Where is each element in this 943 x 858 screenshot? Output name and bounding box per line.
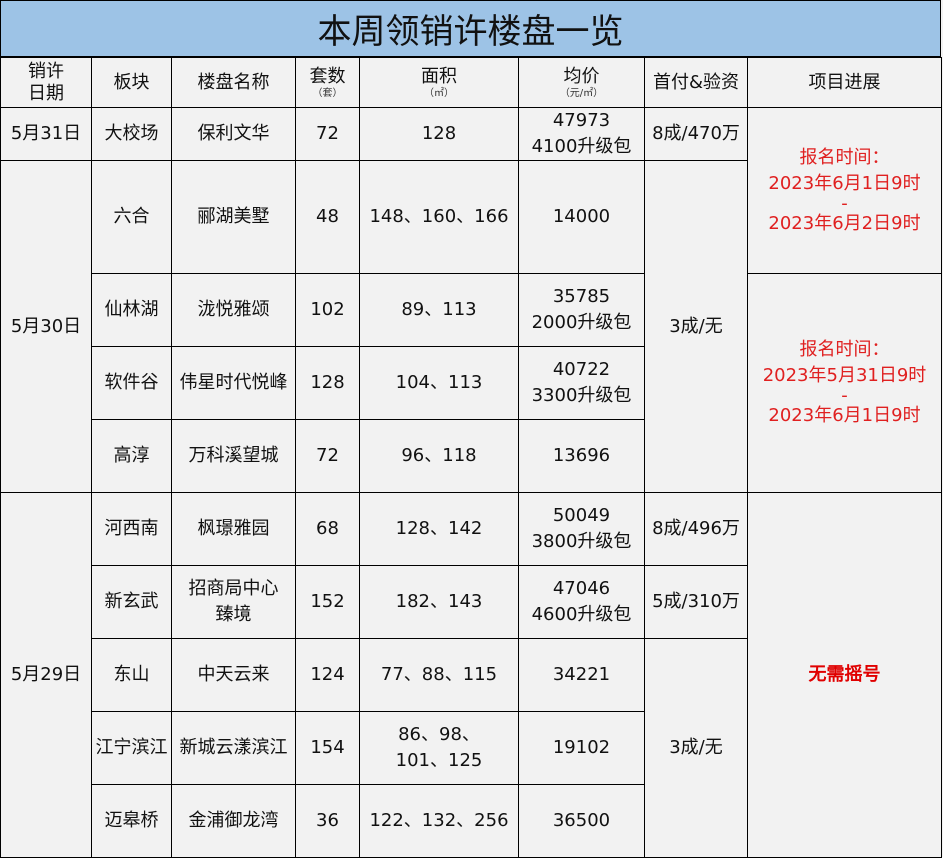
area-cell: 182、143 — [359, 565, 519, 639]
project-name-cell: 中天云来 — [171, 638, 296, 712]
district-cell: 高淳 — [91, 419, 172, 493]
header-area: 面积 （㎡） — [359, 57, 519, 108]
project-name-cell: 新城云漾滨江 — [171, 711, 296, 785]
price-cell: 13696 — [518, 419, 645, 493]
area-cell: 89、113 — [359, 273, 519, 347]
area-cell: 122、132、256 — [359, 784, 519, 858]
area-cell: 148、160、166 — [359, 160, 519, 274]
units-cell: 72 — [295, 107, 360, 161]
district-cell: 江宁滨江 — [91, 711, 172, 785]
header-date: 销许 日期 — [0, 57, 92, 108]
date-cell: 5月31日 — [0, 107, 92, 161]
header-district: 板块 — [91, 57, 172, 108]
header-progress: 项目进展 — [747, 57, 942, 108]
payment-cell: 8成/470万 — [644, 107, 748, 161]
district-cell: 软件谷 — [91, 346, 172, 420]
progress-cell-block1: 报名时间： 2023年6月1日9时 - 2023年6月2日9时 — [747, 107, 942, 274]
date-cell: 5月30日 — [0, 160, 92, 493]
payment-cell-merged: 3成/无 — [644, 638, 748, 858]
district-cell: 六合 — [91, 160, 172, 274]
units-cell: 68 — [295, 492, 360, 566]
date-cell: 5月29日 — [0, 492, 92, 858]
price-cell: 36500 — [518, 784, 645, 858]
project-name-cell: 招商局中心 臻境 — [171, 565, 296, 639]
area-cell: 96、118 — [359, 419, 519, 493]
district-cell: 大校场 — [91, 107, 172, 161]
units-cell: 36 — [295, 784, 360, 858]
table-row: 5月29日 河西南 枫璟雅园 68 128、142 50049 3800升级包 … — [0, 492, 942, 858]
price-cell: 35785 2000升级包 — [518, 273, 645, 347]
district-cell: 迈皋桥 — [91, 784, 172, 858]
area-cell: 128 — [359, 107, 519, 161]
header-name: 楼盘名称 — [171, 57, 296, 108]
header-units: 套数 （套） — [295, 57, 360, 108]
area-cell: 77、88、115 — [359, 638, 519, 712]
progress-cell-block3: 无需摇号 — [747, 492, 942, 858]
district-cell: 东山 — [91, 638, 172, 712]
units-cell: 124 — [295, 638, 360, 712]
project-name-cell: 金浦御龙湾 — [171, 784, 296, 858]
table-row: 5月31日 大校场 保利文华 72 128 47973 4100升级包 8成/4… — [0, 107, 942, 274]
district-cell: 仙林湖 — [91, 273, 172, 347]
price-cell: 47973 4100升级包 — [518, 107, 645, 161]
price-cell: 34221 — [518, 638, 645, 712]
header-payment: 首付&验资 — [644, 57, 748, 108]
units-cell: 102 — [295, 273, 360, 347]
units-cell: 128 — [295, 346, 360, 420]
progress-cell-block2: 报名时间： 2023年5月31日9时 - 2023年6月1日9时 — [747, 273, 942, 493]
listing-table: 销许 日期 板块 楼盘名称 套数 （套） 面积 （㎡） 均价 （元/㎡） 首付&… — [0, 57, 942, 858]
area-cell: 128、142 — [359, 492, 519, 566]
payment-cell: 8成/496万 — [644, 492, 748, 566]
project-name-cell: 伟星时代悦峰 — [171, 346, 296, 420]
price-cell: 40722 3300升级包 — [518, 346, 645, 420]
units-cell: 72 — [295, 419, 360, 493]
units-cell: 152 — [295, 565, 360, 639]
project-name-cell: 万科溪望城 — [171, 419, 296, 493]
units-cell: 48 — [295, 160, 360, 274]
project-name-cell: 泷悦雅颂 — [171, 273, 296, 347]
price-cell: 50049 3800升级包 — [518, 492, 645, 566]
header-row: 销许 日期 板块 楼盘名称 套数 （套） 面积 （㎡） 均价 （元/㎡） 首付&… — [0, 57, 942, 108]
area-cell: 86、98、 101、125 — [359, 711, 519, 785]
project-name-cell: 枫璟雅园 — [171, 492, 296, 566]
table-row: 仙林湖 泷悦雅颂 102 89、113 35785 2000升级包 报名时间： … — [1, 273, 942, 493]
header-price: 均价 （元/㎡） — [518, 57, 645, 108]
payment-cell: 5成/310万 — [644, 565, 748, 639]
district-cell: 新玄武 — [91, 565, 172, 639]
district-cell: 河西南 — [91, 492, 172, 566]
payment-cell-merged: 3成/无 — [644, 160, 748, 493]
price-cell: 47046 4600升级包 — [518, 565, 645, 639]
sheet-title: 本周领销许楼盘一览 — [0, 0, 941, 57]
listing-sheet: 本周领销许楼盘一览 销许 日期 板块 楼盘名称 套数 （套） 面积 （㎡） 均价… — [0, 0, 943, 858]
units-cell: 154 — [295, 711, 360, 785]
project-name-cell: 郦湖美墅 — [171, 160, 296, 274]
project-name-cell: 保利文华 — [171, 107, 296, 161]
price-cell: 14000 — [518, 160, 645, 274]
price-cell: 19102 — [518, 711, 645, 785]
area-cell: 104、113 — [359, 346, 519, 420]
